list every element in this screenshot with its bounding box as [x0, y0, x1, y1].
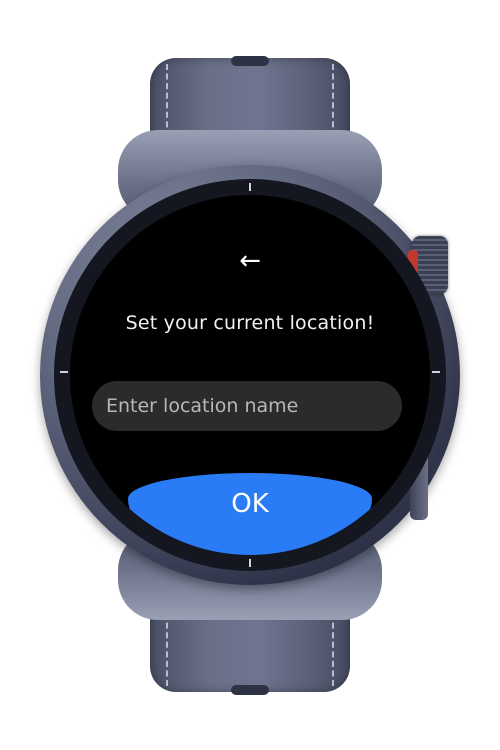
bezel-tick — [432, 371, 440, 373]
bezel-tick — [249, 183, 251, 191]
smartwatch: ← Set your current location! OK — [0, 0, 500, 750]
bezel-tick — [60, 371, 68, 373]
watch-screen: ← Set your current location! OK — [70, 195, 430, 555]
arrow-left-icon: ← — [239, 246, 261, 276]
screen-title: Set your current location! — [125, 312, 375, 334]
strap-gap — [231, 685, 269, 695]
bezel-tick — [249, 559, 251, 567]
back-button[interactable]: ← — [234, 247, 266, 275]
location-name-input[interactable] — [92, 381, 402, 431]
strap-gap — [231, 56, 269, 66]
